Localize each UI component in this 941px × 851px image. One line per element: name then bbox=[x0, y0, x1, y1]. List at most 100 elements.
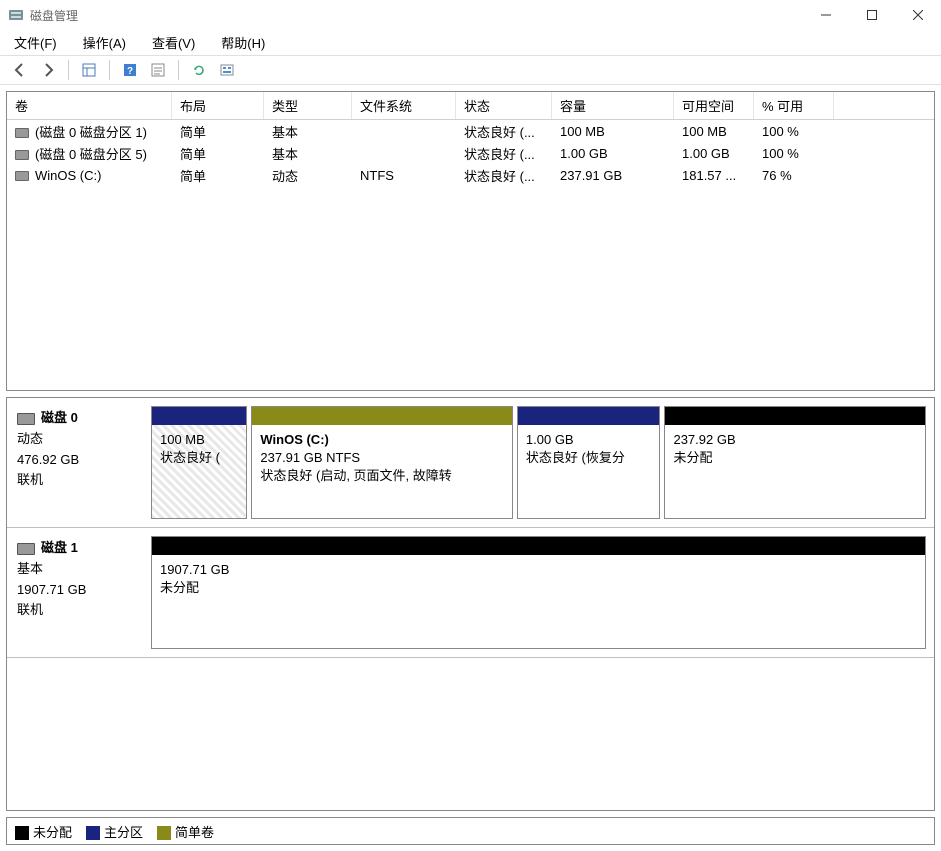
partition-color-bar bbox=[665, 407, 925, 425]
maximize-button[interactable] bbox=[849, 0, 895, 30]
volume-icon bbox=[15, 150, 29, 160]
disk-name: 磁盘 1 bbox=[41, 540, 78, 555]
partition[interactable]: WinOS (C:)237.91 GB NTFS状态良好 (启动, 页面文件, … bbox=[251, 406, 513, 519]
settings-button[interactable] bbox=[215, 58, 239, 82]
partition-body: WinOS (C:)237.91 GB NTFS状态良好 (启动, 页面文件, … bbox=[252, 425, 512, 518]
volume-type: 基本 bbox=[264, 120, 352, 142]
close-button[interactable] bbox=[895, 0, 941, 30]
volume-icon bbox=[15, 171, 29, 181]
volume-row[interactable]: (磁盘 0 磁盘分区 1)简单基本状态良好 (...100 MB100 MB10… bbox=[7, 120, 934, 142]
partition-color-bar bbox=[152, 407, 246, 425]
partition-body: 1.00 GB状态良好 (恢复分 bbox=[518, 425, 660, 518]
volume-list-panel: 卷 布局 类型 文件系统 状态 容量 可用空间 % 可用 (磁盘 0 磁盘分区 … bbox=[6, 91, 935, 391]
back-button[interactable] bbox=[8, 58, 32, 82]
show-hide-tree-button[interactable] bbox=[77, 58, 101, 82]
help-button[interactable]: ? bbox=[118, 58, 142, 82]
volume-list-header: 卷 布局 类型 文件系统 状态 容量 可用空间 % 可用 bbox=[7, 92, 934, 120]
menu-file[interactable]: 文件(F) bbox=[8, 31, 63, 54]
legend-unallocated: 未分配 bbox=[15, 822, 72, 841]
properties-button[interactable] bbox=[146, 58, 170, 82]
volume-status: 状态良好 (... bbox=[456, 164, 552, 186]
volume-capacity: 237.91 GB bbox=[552, 166, 674, 185]
legend-primary: 主分区 bbox=[86, 822, 143, 841]
volume-free: 100 MB bbox=[674, 122, 754, 141]
toolbar-separator bbox=[109, 60, 110, 80]
volume-capacity: 100 MB bbox=[552, 122, 674, 141]
volume-name: WinOS (C:) bbox=[35, 168, 101, 183]
volume-name: (磁盘 0 磁盘分区 1) bbox=[35, 125, 147, 140]
partition-title: WinOS (C:) bbox=[260, 431, 504, 449]
legend: 未分配 主分区 简单卷 bbox=[6, 817, 935, 845]
partition-size: 1.00 GB bbox=[526, 431, 652, 449]
menubar: 文件(F) 操作(A) 查看(V) 帮助(H) bbox=[0, 30, 941, 55]
menu-view[interactable]: 查看(V) bbox=[146, 31, 201, 54]
partition[interactable]: 100 MB状态良好 ( bbox=[151, 406, 247, 519]
titlebar: 磁盘管理 bbox=[0, 0, 941, 30]
disk-icon bbox=[17, 413, 35, 425]
disk-info[interactable]: 磁盘 0动态476.92 GB联机 bbox=[7, 398, 147, 527]
col-pctfree[interactable]: % 可用 bbox=[754, 92, 834, 119]
partition[interactable]: 1907.71 GB未分配 bbox=[151, 536, 926, 649]
col-capacity[interactable]: 容量 bbox=[552, 92, 674, 119]
partition-size: 237.91 GB NTFS bbox=[260, 449, 504, 467]
toolbar: ? bbox=[0, 55, 941, 85]
disk-type: 基本 bbox=[17, 559, 137, 580]
disk-status: 联机 bbox=[17, 470, 137, 491]
disk-icon bbox=[17, 543, 35, 555]
volume-fs bbox=[352, 129, 456, 133]
partition-detail: 状态良好 ( bbox=[160, 449, 238, 467]
menu-help[interactable]: 帮助(H) bbox=[215, 31, 271, 54]
volume-row[interactable]: WinOS (C:)简单动态NTFS状态良好 (...237.91 GB181.… bbox=[7, 164, 934, 186]
disk-info[interactable]: 磁盘 1基本1907.71 GB联机 bbox=[7, 528, 147, 657]
volume-layout: 简单 bbox=[172, 142, 264, 164]
legend-unallocated-label: 未分配 bbox=[33, 825, 72, 840]
disk-partitions: 100 MB状态良好 (WinOS (C:)237.91 GB NTFS状态良好… bbox=[147, 398, 934, 527]
volume-free: 1.00 GB bbox=[674, 144, 754, 163]
partition-detail: 未分配 bbox=[160, 579, 917, 597]
volume-name: (磁盘 0 磁盘分区 5) bbox=[35, 147, 147, 162]
volume-type: 动态 bbox=[264, 164, 352, 186]
col-filesystem[interactable]: 文件系统 bbox=[352, 92, 456, 119]
partition-color-bar bbox=[152, 537, 925, 555]
partition-size: 100 MB bbox=[160, 431, 238, 449]
col-layout[interactable]: 布局 bbox=[172, 92, 264, 119]
volume-capacity: 1.00 GB bbox=[552, 144, 674, 163]
disk-capacity: 476.92 GB bbox=[17, 450, 137, 471]
volume-layout: 简单 bbox=[172, 164, 264, 186]
volume-type: 基本 bbox=[264, 142, 352, 164]
disk-graphic-panel: 磁盘 0动态476.92 GB联机100 MB状态良好 (WinOS (C:)2… bbox=[6, 397, 935, 811]
partition[interactable]: 237.92 GB未分配 bbox=[664, 406, 926, 519]
col-free[interactable]: 可用空间 bbox=[674, 92, 754, 119]
volume-fs: NTFS bbox=[352, 166, 456, 185]
partition-size: 237.92 GB bbox=[673, 431, 917, 449]
volume-layout: 简单 bbox=[172, 120, 264, 142]
swatch-blue-icon bbox=[86, 826, 100, 840]
partition-color-bar bbox=[518, 407, 660, 425]
volume-name-cell: (磁盘 0 磁盘分区 5) bbox=[7, 142, 172, 164]
menu-action[interactable]: 操作(A) bbox=[77, 31, 132, 54]
partition-body: 1907.71 GB未分配 bbox=[152, 555, 925, 648]
col-status[interactable]: 状态 bbox=[456, 92, 552, 119]
toolbar-separator bbox=[178, 60, 179, 80]
col-volume[interactable]: 卷 bbox=[7, 92, 172, 119]
legend-simple-label: 简单卷 bbox=[175, 825, 214, 840]
disk-type: 动态 bbox=[17, 429, 137, 450]
volume-pctfree: 100 % bbox=[754, 122, 834, 141]
partition-detail: 状态良好 (启动, 页面文件, 故障转 bbox=[260, 467, 504, 485]
legend-primary-label: 主分区 bbox=[104, 825, 143, 840]
volume-pctfree: 100 % bbox=[754, 144, 834, 163]
swatch-olive-icon bbox=[157, 826, 171, 840]
partition[interactable]: 1.00 GB状态良好 (恢复分 bbox=[517, 406, 661, 519]
window-title: 磁盘管理 bbox=[30, 7, 803, 24]
partition-body: 237.92 GB未分配 bbox=[665, 425, 925, 518]
minimize-button[interactable] bbox=[803, 0, 849, 30]
app-icon bbox=[8, 7, 24, 23]
forward-button[interactable] bbox=[36, 58, 60, 82]
volume-row[interactable]: (磁盘 0 磁盘分区 5)简单基本状态良好 (...1.00 GB1.00 GB… bbox=[7, 142, 934, 164]
svg-text:?: ? bbox=[127, 66, 133, 77]
toolbar-separator bbox=[68, 60, 69, 80]
col-type[interactable]: 类型 bbox=[264, 92, 352, 119]
disk-row: 磁盘 0动态476.92 GB联机100 MB状态良好 (WinOS (C:)2… bbox=[7, 398, 934, 528]
partition-body: 100 MB状态良好 ( bbox=[152, 425, 246, 518]
refresh-button[interactable] bbox=[187, 58, 211, 82]
